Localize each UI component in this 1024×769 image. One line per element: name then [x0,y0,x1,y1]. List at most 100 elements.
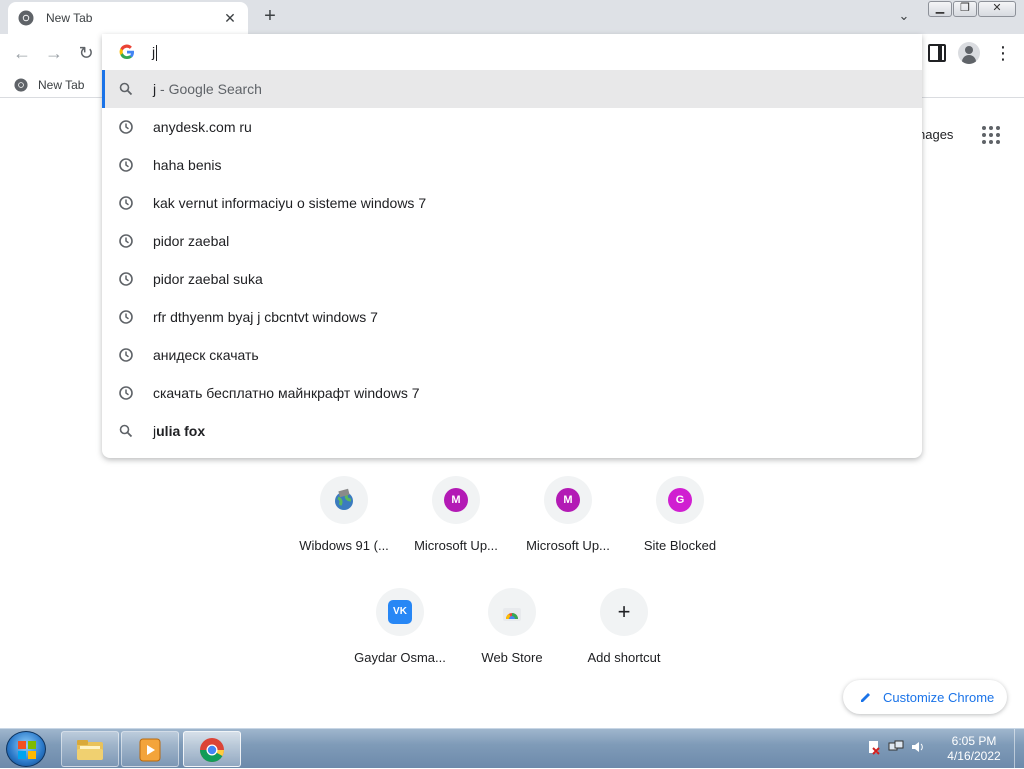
globe-icon [335,488,353,510]
tab-search-icon[interactable]: ⌄ [894,8,914,26]
taskbar-media-player[interactable] [121,731,179,767]
history-icon [119,196,133,210]
suggestion-item[interactable]: kak vernut informaciyu o sisteme windows… [102,184,922,222]
history-icon [119,272,133,286]
system-tray [866,739,926,755]
history-icon [119,348,133,362]
close-window-button[interactable]: ✕ [978,1,1016,17]
omnibox-dropdown: j j - Google Search anydesk.com ru haha … [102,34,922,458]
history-icon [119,386,133,400]
shortcut-label: Microsoft Up... [414,538,498,553]
start-button[interactable] [6,731,46,767]
omnibox-input[interactable]: j [152,42,852,62]
network-icon[interactable] [888,739,904,755]
history-icon [119,120,133,134]
suggestion-item[interactable]: pidor zaebal [102,222,922,260]
suggestion-completion: ulia fox [156,423,206,439]
shortcut-label: Wibdows 91 (... [299,538,389,553]
minimize-button[interactable]: ▁ [928,1,952,17]
add-icon: + [617,599,631,624]
media-player-icon [139,738,161,762]
history-icon [119,158,133,172]
bookmark-new-tab[interactable]: New Tab [14,76,84,94]
clock[interactable]: 6:05 PM 4/16/2022 [940,734,1008,764]
search-icon [119,424,133,438]
suggestion-item[interactable]: анидеск скачать [102,336,922,374]
shortcut-icon: VK [376,588,424,636]
chrome-icon [200,738,224,762]
history-icon [119,310,133,324]
clock-time: 6:05 PM [951,734,997,748]
bookmark-label: New Tab [38,78,85,92]
shortcut-label: Gaydar Osma... [354,650,446,665]
images-link[interactable]: nages [918,127,953,142]
omnibox-text: j [152,44,156,60]
shortcut-letter: M [444,488,468,512]
chrome-icon [18,10,34,26]
add-shortcut-tile[interactable]: + Add shortcut [568,588,680,692]
shortcut-icon: M [432,476,480,524]
suggestion-text: анидеск скачать [153,347,259,363]
shortcut-label: Add shortcut [587,650,661,665]
new-tab-button[interactable]: + [258,6,282,28]
clock-date: 4/16/2022 [947,749,1001,763]
customize-chrome-button[interactable]: Customize Chrome [843,680,1007,714]
tab-title: New Tab [46,11,93,25]
shortcut-label: Site Blocked [643,538,717,553]
shortcut-icon: + [600,588,648,636]
suggestion-item[interactable]: julia fox [102,412,922,450]
web-store-icon [503,608,521,621]
show-desktop-button[interactable] [1014,729,1024,769]
vk-icon: VK [388,600,412,624]
explorer-icon [77,740,103,760]
tab-close-icon[interactable]: ✕ [222,10,238,26]
volume-icon[interactable] [910,739,926,755]
taskbar-chrome[interactable] [183,731,241,767]
chrome-icon [14,78,28,92]
shortcut-tile[interactable]: Web Store [456,588,568,692]
shortcut-letter: M [556,488,580,512]
action-center-icon[interactable] [866,739,882,755]
suggestion-text: haha benis [153,157,222,173]
tab-new-tab[interactable]: New Tab ✕ [8,2,248,34]
menu-icon[interactable]: ⋮ [994,42,1012,64]
suggestion-item[interactable]: haha benis [102,146,922,184]
back-button[interactable]: ← [11,42,33,64]
suggestion-text: pidor zaebal [153,233,230,249]
shortcut-tile[interactable]: Wibdows 91 (... [288,476,400,580]
omnibox-input-row[interactable]: j [102,34,922,70]
shortcut-icon: G [656,476,704,524]
reload-button[interactable]: ↻ [75,42,97,64]
suggestion-item[interactable]: скачать бесплатно майнкрафт windows 7 [102,374,922,412]
suggestion-text: pidor zaebal suka [153,271,263,287]
shortcut-tile[interactable]: M Microsoft Up... [400,476,512,580]
suggestion-suffix: - Google Search [156,81,262,97]
suggestion-text: kak vernut informaciyu o sisteme windows… [153,195,427,211]
shortcut-icon [488,588,536,636]
shortcut-icon [320,476,368,524]
profile-avatar[interactable] [958,42,980,64]
tab-strip: New Tab ✕ + ⌄ ▁ ❐ ✕ [0,0,1024,34]
taskbar: 6:05 PM 4/16/2022 [0,728,1024,769]
maximize-button[interactable]: ❐ [953,1,977,17]
suggestion-item[interactable]: anydesk.com ru [102,108,922,146]
apps-grid-icon[interactable] [980,124,1002,146]
windows-logo-icon [18,741,36,759]
history-icon [119,234,133,248]
shortcut-tile[interactable]: VK Gaydar Osma... [344,588,456,692]
shortcut-icon: M [544,476,592,524]
side-panel-icon[interactable] [928,44,946,62]
suggestion-text: скачать бесплатно майнкрафт windows 7 [153,385,420,401]
suggestion-item[interactable]: rfr dthyenm byaj j cbcntvt windows 7 [102,298,922,336]
suggestion-item[interactable]: j - Google Search [102,70,922,108]
shortcut-tile[interactable]: M Microsoft Up... [512,476,624,580]
shortcut-tile[interactable]: G Site Blocked [624,476,736,580]
customize-label: Customize Chrome [883,689,995,705]
shortcut-label: Web Store [481,650,543,665]
forward-button[interactable]: → [43,42,65,64]
suggestion-item[interactable]: pidor zaebal suka [102,260,922,298]
google-icon [119,44,134,60]
suggestion-text: rfr dthyenm byaj j cbcntvt windows 7 [153,309,378,325]
pencil-icon [861,693,870,702]
taskbar-explorer[interactable] [61,731,119,767]
